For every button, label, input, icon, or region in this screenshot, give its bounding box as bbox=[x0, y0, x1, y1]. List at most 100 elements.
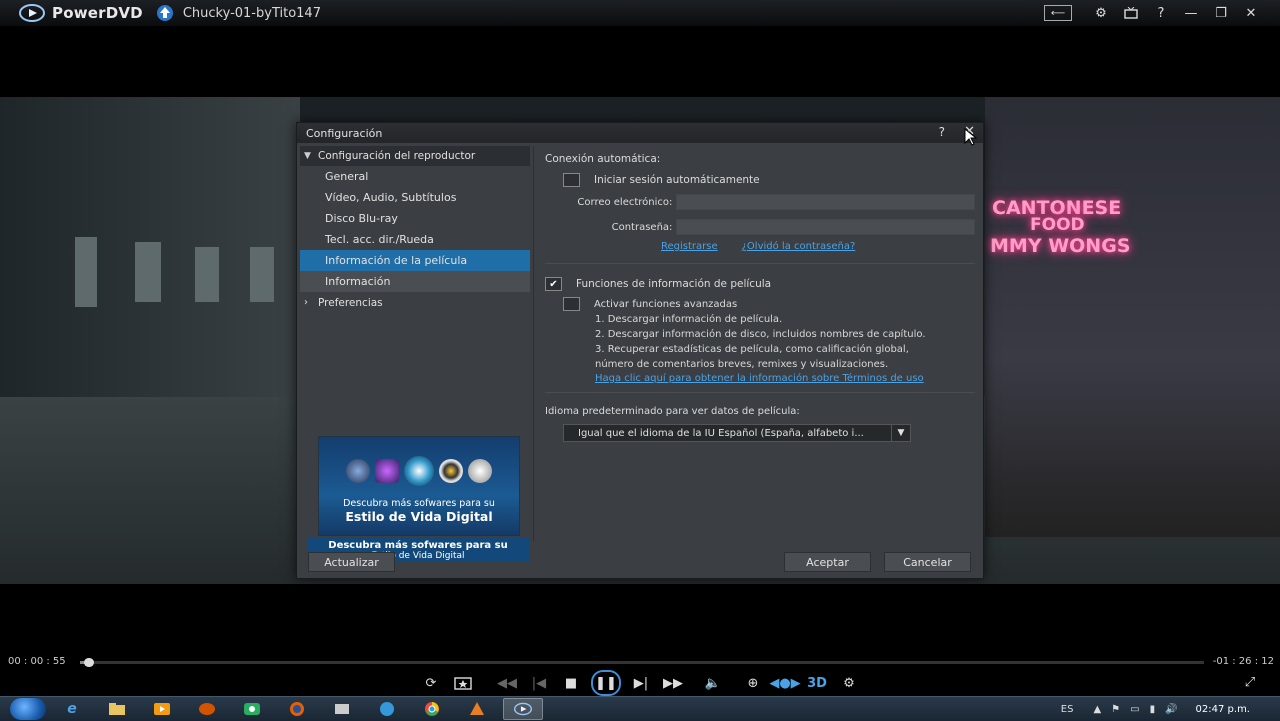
language-label: Idioma predeterminado para ver datos de … bbox=[545, 406, 800, 417]
promo-text-2: Estilo de Vida Digital bbox=[345, 509, 493, 524]
promo-text-1: Descubra más sofwares para su bbox=[343, 498, 495, 509]
media-app-icon[interactable] bbox=[188, 699, 226, 719]
volume-icon[interactable]: 🔈 bbox=[697, 673, 729, 693]
mouse-cursor-icon bbox=[964, 128, 978, 146]
sidebar-group-preferences[interactable]: › Preferencias bbox=[300, 292, 530, 313]
pause-icon[interactable]: ❚❚ bbox=[591, 670, 621, 696]
sidebar-item-movie-info[interactable]: Información de la película bbox=[300, 250, 530, 271]
dialog-title-bar: Configuración ? ✕ bbox=[297, 123, 983, 143]
promo-bar-line1: Descubra más sofwares para su bbox=[328, 540, 508, 551]
auto-login-checkbox[interactable] bbox=[563, 173, 580, 187]
file-name: Chucky-01-byTito147 bbox=[182, 5, 321, 21]
zoom-icon[interactable]: ⊕ bbox=[737, 673, 769, 693]
terms-link[interactable]: Haga clic aquí para obtener la informaci… bbox=[595, 373, 965, 385]
battery-icon[interactable]: ▮ bbox=[1150, 704, 1156, 715]
movie-info-panel: Conexión automática: Iniciar sesión auto… bbox=[545, 153, 975, 442]
app-name: PowerDVD bbox=[52, 4, 143, 22]
elapsed-time: 00 : 00 : 55 bbox=[8, 656, 66, 667]
email-field[interactable] bbox=[676, 194, 975, 210]
tv-mode-icon[interactable] bbox=[1116, 3, 1146, 23]
dialog-title: Configuración bbox=[306, 126, 383, 140]
chevron-right-icon: › bbox=[304, 297, 308, 308]
accept-button[interactable]: Aceptar bbox=[784, 552, 871, 572]
rewind-icon[interactable]: ◀◀ bbox=[491, 673, 523, 693]
file-explorer-icon[interactable] bbox=[98, 699, 136, 719]
file-manager-icon[interactable] bbox=[323, 699, 361, 719]
seek-track[interactable] bbox=[80, 658, 1204, 667]
promo-banner[interactable]: Descubra más sofwares para su Estilo de … bbox=[318, 436, 520, 536]
seek-handle[interactable] bbox=[83, 658, 94, 667]
3d-button[interactable]: 3D bbox=[801, 673, 833, 693]
configuration-dialog: Configuración ? ✕ ▼ Configuración del re… bbox=[296, 122, 984, 579]
restore-icon[interactable]: ❐ bbox=[1206, 3, 1236, 23]
media-player-icon[interactable] bbox=[143, 699, 181, 719]
chevron-down-icon: ▼ bbox=[304, 151, 311, 161]
neon-sign-wongs: MMY WONGS bbox=[990, 235, 1131, 257]
pane-divider bbox=[533, 146, 534, 541]
network-app-icon[interactable] bbox=[368, 699, 406, 719]
sidebar-group-player-settings[interactable]: ▼ Configuración del reproductor bbox=[300, 146, 530, 166]
green-app-icon[interactable] bbox=[233, 699, 271, 719]
auto-login-label: Iniciar sesión automáticamente bbox=[594, 174, 760, 186]
sidebar-item-general[interactable]: General bbox=[300, 166, 530, 187]
internet-explorer-icon[interactable]: e bbox=[53, 699, 91, 719]
gear-icon[interactable]: ⚙ bbox=[1086, 3, 1116, 23]
update-button[interactable]: Actualizar bbox=[308, 552, 395, 572]
back-icon[interactable]: ⟵ bbox=[1044, 5, 1072, 21]
movie-info-label: Funciones de información de película bbox=[576, 278, 772, 290]
true-theater-icon[interactable]: ◀●▶ bbox=[769, 673, 801, 693]
neon-sign-food: FOOD bbox=[1030, 215, 1085, 235]
fullscreen-icon[interactable]: ⤢ bbox=[1240, 673, 1260, 691]
feature-line-4: número de comentarios breves, remixes y … bbox=[595, 359, 889, 370]
register-link[interactable]: Registrarse bbox=[661, 241, 718, 252]
start-button-icon[interactable] bbox=[10, 698, 46, 720]
powerdvd-logo-icon bbox=[18, 4, 46, 22]
feature-line-1: 1. Descargar información de película. bbox=[595, 314, 783, 325]
language-select-value: Igual que el idioma de la IU Español (Es… bbox=[578, 427, 864, 439]
dialog-help-button[interactable]: ? bbox=[939, 125, 945, 139]
sidebar-item-bluray[interactable]: Disco Blu-ray bbox=[300, 208, 530, 229]
language-indicator[interactable]: ES bbox=[1061, 704, 1074, 715]
sidebar-item-video-audio-subtitles[interactable]: Vídeo, Audio, Subtítulos bbox=[300, 187, 530, 208]
fast-forward-icon[interactable]: ▶▶ bbox=[657, 673, 689, 693]
auto-connect-heading: Conexión automática: bbox=[545, 153, 661, 165]
app-icon-1 bbox=[346, 459, 370, 483]
firefox-icon[interactable] bbox=[278, 699, 316, 719]
close-icon[interactable]: ✕ bbox=[1236, 3, 1266, 23]
tray-expand-icon[interactable]: ▲ bbox=[1093, 704, 1101, 715]
language-select[interactable]: Igual que el idioma de la IU Español (Es… bbox=[563, 424, 911, 442]
settings-icon[interactable]: ⚙ bbox=[833, 673, 865, 693]
advanced-features-checkbox[interactable] bbox=[563, 297, 580, 311]
bookmark-icon[interactable] bbox=[447, 673, 479, 693]
flag-icon[interactable]: ⚑ bbox=[1111, 704, 1120, 715]
help-icon[interactable]: ? bbox=[1146, 3, 1176, 23]
password-label: Contraseña: bbox=[611, 221, 673, 233]
forgot-password-link[interactable]: ¿Olvidó la contraseña? bbox=[742, 241, 856, 252]
sidebar-group-label: Configuración del reproductor bbox=[318, 150, 476, 162]
next-icon[interactable]: ▶| bbox=[625, 673, 657, 693]
cancel-button[interactable]: Cancelar bbox=[884, 552, 971, 572]
speaker-icon[interactable]: 🔊 bbox=[1165, 704, 1177, 715]
title-bar: PowerDVD Chucky-01-byTito147 ⟵ ⚙ ? — ❐ ✕ bbox=[0, 0, 1280, 26]
paint-app-icon[interactable] bbox=[458, 699, 496, 719]
stop-icon[interactable]: ■ bbox=[555, 673, 587, 693]
seek-bar[interactable]: 00 : 00 : 55 -01 : 26 : 12 bbox=[0, 656, 1280, 670]
powerdvd-taskbar-icon[interactable] bbox=[503, 698, 543, 720]
movie-info-checkbox[interactable]: ✔ bbox=[545, 277, 562, 291]
feature-line-2: 2. Descargar información de disco, inclu… bbox=[595, 329, 926, 340]
network-icon[interactable]: ▭ bbox=[1130, 704, 1139, 715]
repeat-icon[interactable]: ⟳ bbox=[415, 673, 447, 693]
upload-icon[interactable] bbox=[155, 3, 175, 23]
windows-taskbar: e ES ▲ ⚑ ▭ ▮ 🔊 02:47 p.m. bbox=[0, 696, 1280, 721]
minimize-icon[interactable]: — bbox=[1176, 3, 1206, 23]
sidebar-item-hotkeys[interactable]: Tecl. acc. dir./Rueda bbox=[300, 229, 530, 250]
sidebar-preferences-label: Preferencias bbox=[318, 296, 383, 309]
previous-icon[interactable]: |◀ bbox=[523, 673, 555, 693]
clock[interactable]: 02:47 p.m. bbox=[1196, 704, 1250, 715]
chrome-icon[interactable] bbox=[413, 699, 451, 719]
password-field[interactable] bbox=[676, 219, 975, 235]
advanced-features-label: Activar funciones avanzadas bbox=[594, 298, 738, 310]
section-divider bbox=[545, 263, 975, 264]
sidebar-item-information[interactable]: Información bbox=[300, 271, 530, 292]
app-icon-3 bbox=[404, 456, 434, 486]
